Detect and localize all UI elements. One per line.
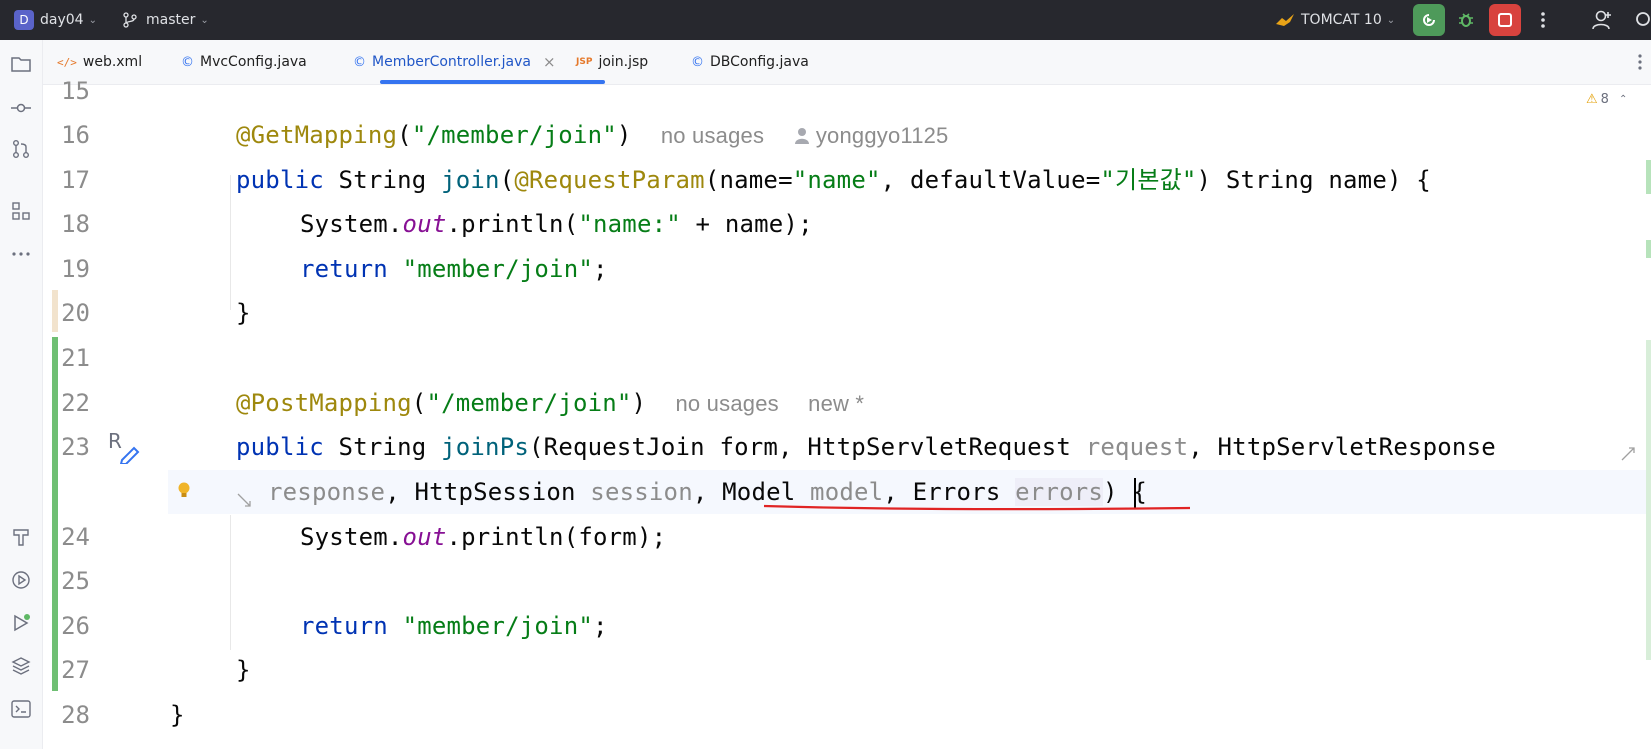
stop-button[interactable]	[1489, 4, 1521, 36]
tab-label: join.jsp	[598, 54, 649, 70]
line-number: 21	[61, 344, 90, 372]
tab-dbconfig[interactable]: © DBConfig.java	[691, 40, 809, 84]
account-button[interactable]	[1586, 4, 1618, 36]
code-line-26: return "member/join";	[300, 612, 608, 640]
user-icon	[794, 128, 809, 144]
project-switcher[interactable]: D day04 ⌄	[14, 0, 97, 40]
branch-switcher[interactable]: master ⌄	[122, 0, 209, 40]
line-number: 28	[61, 701, 90, 729]
more-icon	[1638, 54, 1642, 70]
java-class-icon: ©	[691, 54, 704, 70]
tab-label: MemberController.java	[372, 54, 531, 70]
branch-icon	[123, 12, 137, 28]
code-line-19: return "member/join";	[300, 255, 608, 283]
tomcat-icon	[1276, 14, 1294, 26]
usages-hint[interactable]: no usages	[661, 123, 764, 148]
author-name: yonggyo1125	[815, 123, 949, 148]
line-number: 18	[61, 210, 90, 238]
request-mapping-icon[interactable]: R	[108, 430, 142, 464]
stop-icon	[1498, 13, 1512, 27]
code-line-17: public String join(@RequestParam(name="n…	[236, 166, 1431, 194]
line-number: 17	[61, 166, 90, 194]
debug-button[interactable]	[1450, 4, 1482, 36]
search-button[interactable]	[1628, 4, 1651, 36]
red-underline-annotation	[763, 504, 1191, 511]
close-icon[interactable]: ×	[543, 53, 556, 71]
code-line-22: @PostMapping("/member/join") no usages n…	[236, 389, 865, 417]
search-icon	[1636, 12, 1650, 26]
tab-mvcconfig[interactable]: © MvcConfig.java	[181, 40, 307, 84]
tab-membercontroller[interactable]: © MemberController.java ×	[353, 40, 556, 84]
jsp-icon: JSP	[576, 57, 593, 67]
code-line-24: System.out.println(form);	[300, 523, 667, 551]
editor-tabs: </> web.xml © MvcConfig.java © MemberCon…	[43, 40, 1651, 85]
code-line-27: }	[236, 656, 251, 684]
line-number: 19	[61, 255, 90, 283]
code-line-18: System.out.println("name:" + name);	[300, 210, 813, 238]
more-actions-button[interactable]	[1527, 4, 1559, 36]
active-tab-indicator	[380, 80, 605, 84]
line-number: 15	[61, 77, 90, 105]
new-change-hint[interactable]: new *	[808, 391, 864, 416]
debug-icon	[1459, 13, 1473, 27]
line-number: 16	[61, 121, 90, 149]
rerun-button[interactable]	[1413, 4, 1445, 36]
java-class-icon: ©	[181, 54, 194, 70]
tab-label: MvcConfig.java	[200, 54, 307, 70]
more-icon	[1541, 12, 1545, 28]
tab-label: web.xml	[82, 54, 143, 70]
code-line-16: @GetMapping("/member/join") no usages yo…	[236, 121, 949, 149]
run-config-selector[interactable]: TOMCAT 10 ⌄	[1275, 0, 1395, 40]
account-icon	[1592, 10, 1611, 30]
tab-join-jsp[interactable]: JSP join.jsp	[576, 40, 648, 84]
code-line-20: }	[236, 299, 251, 327]
project-badge: D	[14, 10, 34, 30]
java-class-icon: ©	[353, 54, 366, 70]
usages-hint[interactable]: no usages	[676, 391, 779, 416]
soft-wrap-icon	[237, 493, 251, 507]
line-number: 22	[61, 389, 90, 417]
tab-overflow-button[interactable]	[1637, 40, 1643, 84]
tab-label: DBConfig.java	[710, 54, 809, 70]
svg-text:R: R	[108, 430, 122, 453]
chevron-down-icon: ⌄	[1386, 14, 1396, 26]
branch-name: master	[146, 12, 196, 28]
line-number: 27	[61, 656, 90, 684]
code-line-23: public String joinPs(RequestJoin form, H…	[236, 433, 1496, 461]
run-config-name: TOMCAT 10	[1301, 12, 1382, 28]
soft-wrap-icon	[1621, 447, 1635, 461]
line-number: 25	[61, 567, 90, 595]
chevron-down-icon: ⌄	[88, 14, 97, 26]
line-number: 26	[61, 612, 90, 640]
author-hint[interactable]: yonggyo1125	[794, 123, 949, 148]
xml-icon: </>	[57, 55, 77, 69]
title-bar: D day04 ⌄ master ⌄ TOMCAT 10 ⌄	[0, 0, 1651, 40]
line-number: 24	[61, 523, 90, 551]
code-line-28: }	[170, 701, 185, 729]
line-number: 20	[61, 299, 90, 327]
run-icon	[1423, 14, 1435, 26]
chevron-down-icon: ⌄	[200, 14, 209, 26]
line-number: 23	[61, 433, 90, 461]
project-name: day04	[40, 12, 84, 28]
